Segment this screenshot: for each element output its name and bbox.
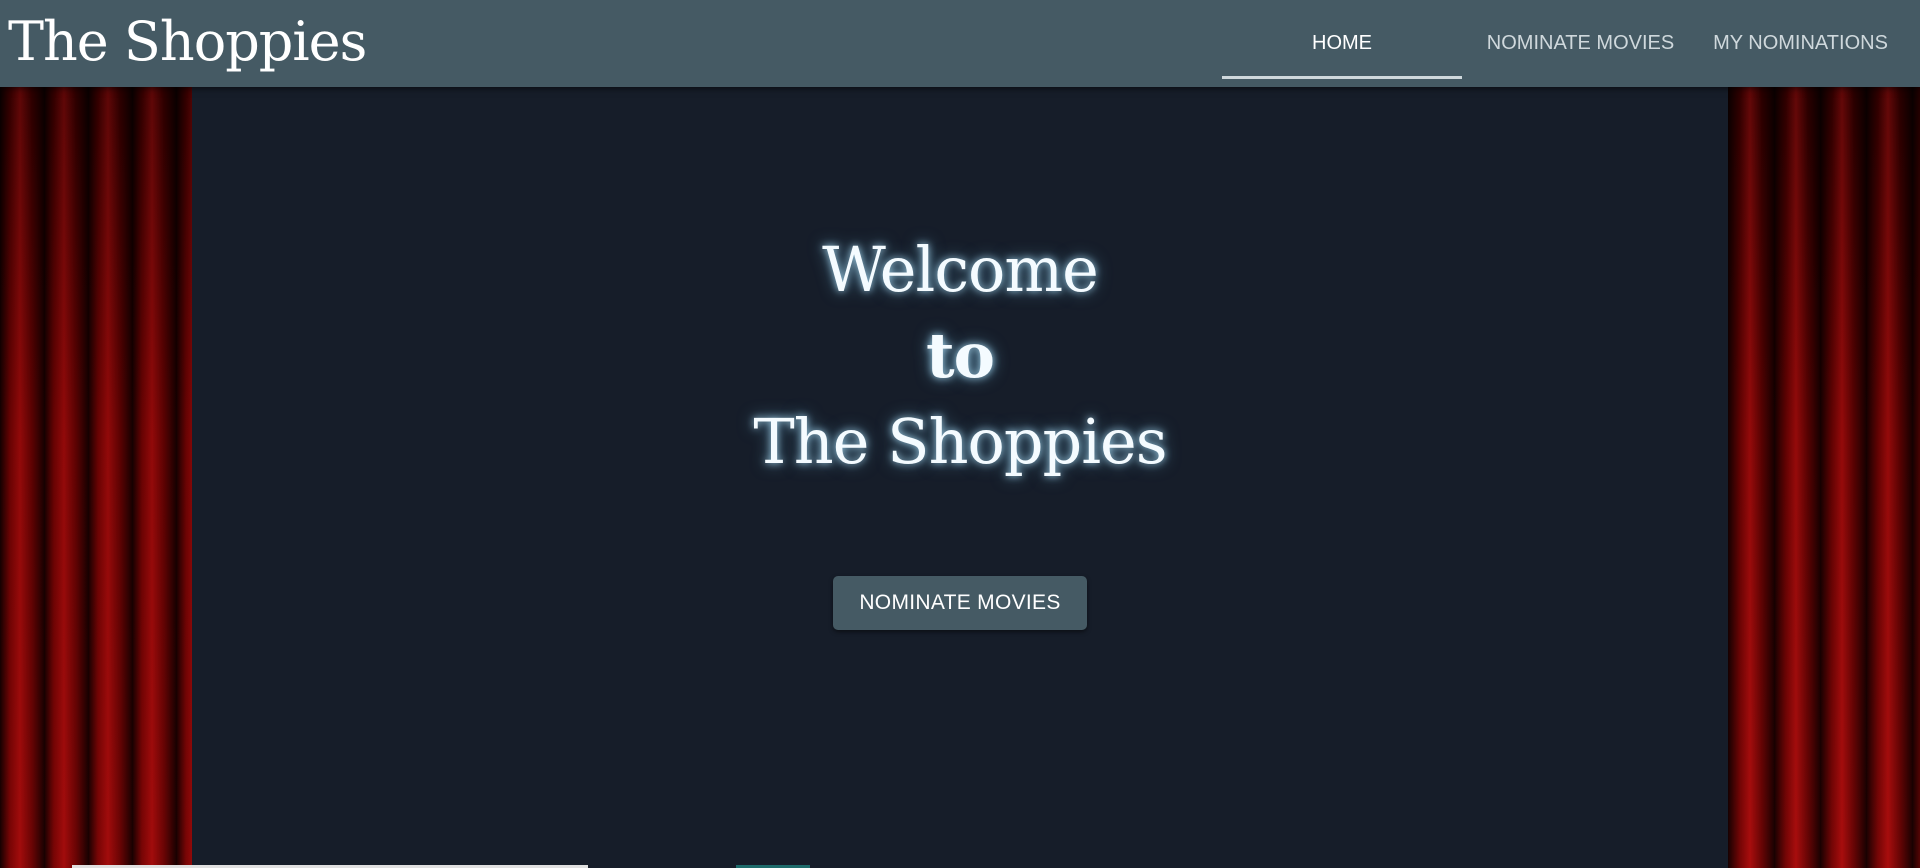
tab-my-nominations-label: MY NOMINATIONS [1713, 32, 1888, 54]
welcome-heading: Welcome to The Shoppies [192, 227, 1728, 485]
tab-nominate-movies[interactable]: NOMINATE MOVIES [1478, 0, 1683, 87]
page: The Shoppies HOME NOMINATE MOVIES MY NOM… [0, 0, 1920, 868]
active-tab-indicator [1222, 76, 1462, 79]
app-header: The Shoppies HOME NOMINATE MOVIES MY NOM… [0, 0, 1920, 87]
tab-my-nominations[interactable]: MY NOMINATIONS [1703, 0, 1898, 87]
welcome-line-3: The Shoppies [753, 405, 1167, 478]
welcome-line-2: to [926, 319, 995, 392]
stage: Welcome to The Shoppies NOMINATE MOVIES [192, 87, 1728, 868]
tab-home-label: HOME [1312, 32, 1372, 54]
main-nav: HOME NOMINATE MOVIES MY NOMINATIONS [1222, 0, 1920, 87]
brand-logo[interactable]: The Shoppies [8, 0, 367, 87]
right-curtain [1728, 87, 1920, 868]
left-curtain [0, 87, 192, 868]
welcome-line-1: Welcome [822, 233, 1099, 306]
nominate-movies-button[interactable]: NOMINATE MOVIES [833, 576, 1087, 630]
tab-nominate-movies-label: NOMINATE MOVIES [1486, 32, 1675, 54]
tab-home[interactable]: HOME [1222, 0, 1462, 87]
